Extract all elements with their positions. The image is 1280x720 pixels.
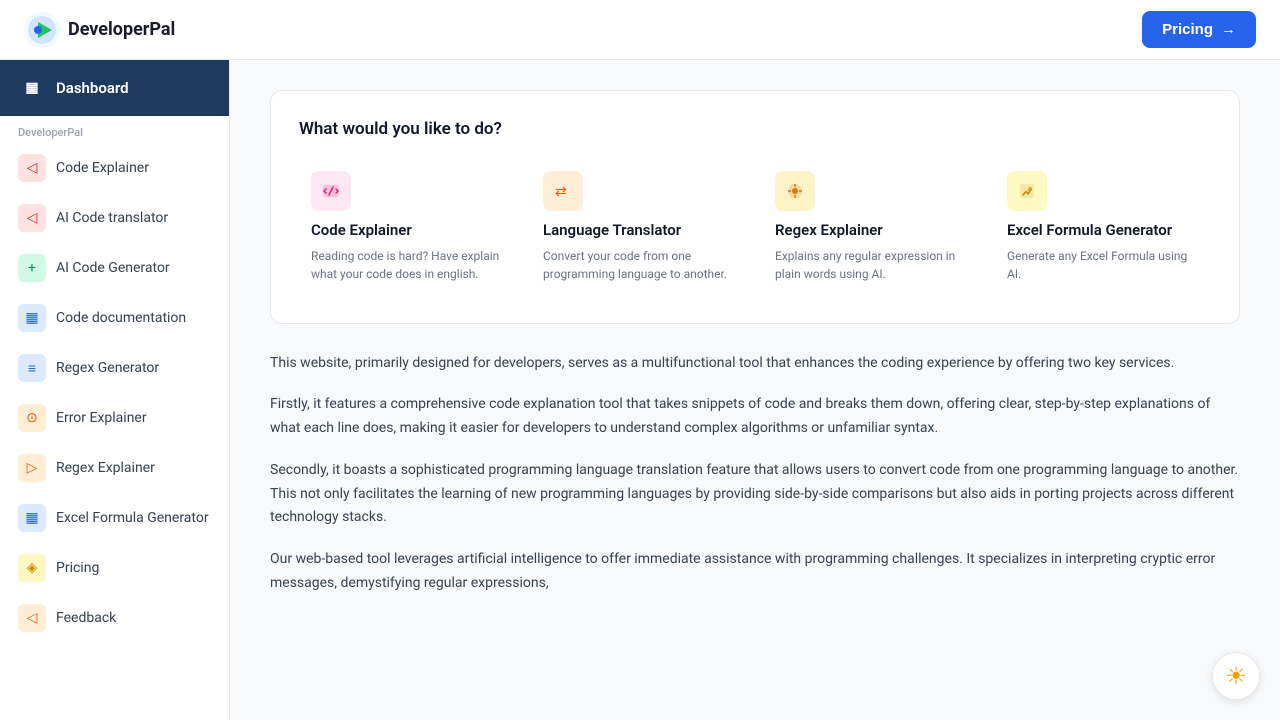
regex-gen-icon: ≡: [18, 354, 46, 382]
error-explainer-icon: ⊙: [18, 404, 46, 432]
main-layout: ▦ Dashboard DeveloperPal ◁ Code Explaine…: [0, 60, 1280, 720]
language-translator-tile-icon: ⇄: [543, 171, 583, 211]
sidebar-item-excel-formula-generator[interactable]: ▦ Excel Formula Generator: [0, 493, 229, 543]
logo-area[interactable]: DeveloperPal: [24, 12, 175, 48]
topnav: DeveloperPal Pricing →: [0, 0, 1280, 60]
sun-icon: ☀: [1225, 662, 1247, 690]
ai-translator-icon: ◁: [18, 204, 46, 232]
sidebar-item-pricing[interactable]: ◈ Pricing: [0, 543, 229, 593]
regex-explainer-tile-name: Regex Explainer: [775, 221, 967, 241]
sidebar: ▦ Dashboard DeveloperPal ◁ Code Explaine…: [0, 60, 230, 720]
feature-tile-excel-formula[interactable]: Excel Formula Generator Generate any Exc…: [995, 159, 1211, 295]
pricing-icon: ◈: [18, 554, 46, 582]
sidebar-item-regex-generator[interactable]: ≡ Regex Generator: [0, 343, 229, 393]
ai-generator-icon: +: [18, 254, 46, 282]
feature-tile-code-explainer[interactable]: Code Explainer Reading code is hard? Hav…: [299, 159, 515, 295]
code-explainer-tile-name: Code Explainer: [311, 221, 503, 241]
pricing-nav-button[interactable]: Pricing →: [1142, 11, 1256, 48]
code-explainer-tile-icon: [311, 171, 351, 211]
language-translator-tile-desc: Convert your code from one programming l…: [543, 247, 735, 283]
excel-gen-icon: ▦: [18, 504, 46, 532]
sidebar-item-ai-code-translator[interactable]: ◁ AI Code translator: [0, 193, 229, 243]
logo-icon: [24, 12, 60, 48]
feature-tile-language-translator[interactable]: ⇄ Language Translator Convert your code …: [531, 159, 747, 295]
sidebar-item-error-explainer[interactable]: ⊙ Error Explainer: [0, 393, 229, 443]
feature-card: What would you like to do? Code Explaine…: [270, 90, 1240, 324]
desc-paragraph-2: Firstly, it features a comprehensive cod…: [270, 393, 1240, 441]
regex-explainer-tile-icon: [775, 171, 815, 211]
code-doc-icon: ▦: [18, 304, 46, 332]
sidebar-item-dashboard[interactable]: ▦ Dashboard: [0, 60, 229, 116]
feature-grid: Code Explainer Reading code is hard? Hav…: [299, 159, 1211, 295]
language-translator-tile-name: Language Translator: [543, 221, 735, 241]
excel-formula-tile-name: Excel Formula Generator: [1007, 221, 1199, 241]
excel-formula-tile-icon: [1007, 171, 1047, 211]
feedback-icon: ◁: [18, 604, 46, 632]
sidebar-section-label: DeveloperPal: [0, 116, 229, 143]
excel-formula-tile-desc: Generate any Excel Formula using AI.: [1007, 247, 1199, 283]
theme-toggle-button[interactable]: ☀: [1212, 652, 1260, 700]
feature-tile-regex-explainer[interactable]: Regex Explainer Explains any regular exp…: [763, 159, 979, 295]
svg-text:⇄: ⇄: [555, 184, 567, 200]
sidebar-item-regex-explainer[interactable]: ▷ Regex Explainer: [0, 443, 229, 493]
logo-text: DeveloperPal: [68, 19, 175, 40]
sidebar-item-ai-code-generator[interactable]: + AI Code Generator: [0, 243, 229, 293]
regex-explainer-tile-desc: Explains any regular expression in plain…: [775, 247, 967, 283]
sidebar-item-code-explainer[interactable]: ◁ Code Explainer: [0, 143, 229, 193]
desc-paragraph-1: This website, primarily designed for dev…: [270, 352, 1240, 376]
content-area: What would you like to do? Code Explaine…: [230, 60, 1280, 720]
feature-card-title: What would you like to do?: [299, 119, 1211, 139]
sidebar-item-feedback[interactable]: ◁ Feedback: [0, 593, 229, 643]
sidebar-item-code-documentation[interactable]: ▦ Code documentation: [0, 293, 229, 343]
code-explainer-icon: ◁: [18, 154, 46, 182]
regex-explainer-icon: ▷: [18, 454, 46, 482]
code-explainer-tile-desc: Reading code is hard? Have explain what …: [311, 247, 503, 283]
dashboard-icon: ▦: [18, 74, 46, 102]
desc-paragraph-3: Secondly, it boasts a sophisticated prog…: [270, 459, 1240, 530]
desc-paragraph-4: Our web-based tool leverages artificial …: [270, 548, 1240, 596]
